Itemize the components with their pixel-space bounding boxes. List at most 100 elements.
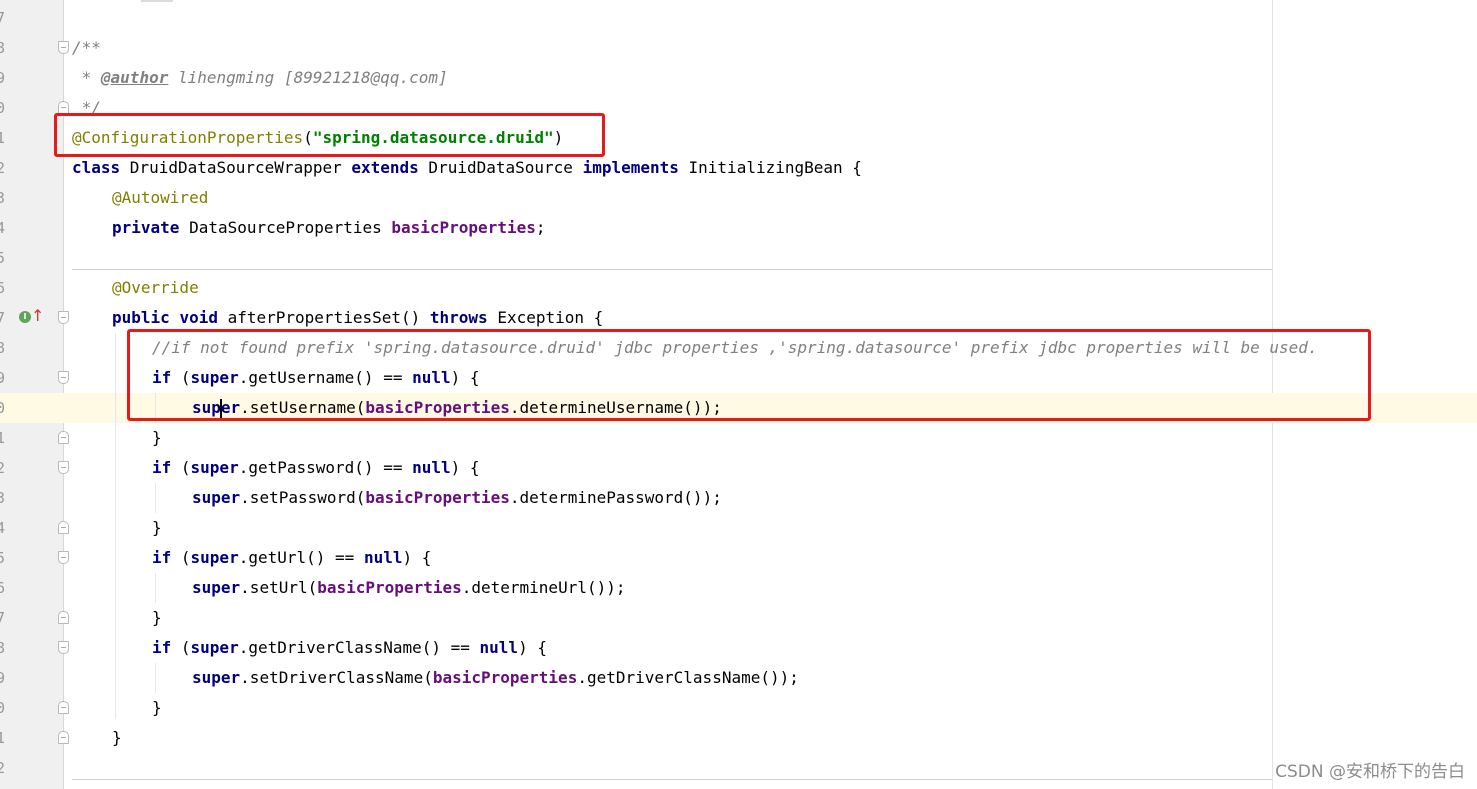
method-call: .getDriverClassName() == bbox=[238, 638, 480, 657]
line-number: 5 bbox=[0, 549, 6, 567]
brace: ) { bbox=[518, 638, 547, 657]
line-number: 7 bbox=[0, 9, 6, 27]
indent-guide bbox=[115, 333, 116, 719]
line-number: 1 bbox=[0, 129, 6, 147]
field-declaration: private DataSourceProperties basicProper… bbox=[112, 213, 546, 243]
keyword: implements bbox=[582, 158, 679, 177]
keyword: super bbox=[192, 668, 241, 687]
fold-collapse-icon[interactable] bbox=[58, 461, 69, 474]
set-url: super.setUrl(basicProperties.determineUr… bbox=[192, 573, 626, 603]
line-number: 8 bbox=[0, 639, 6, 657]
fold-collapse-icon[interactable] bbox=[58, 551, 69, 564]
code-line-13[interactable]: 3 @Autowired bbox=[0, 183, 1477, 213]
code-line-28[interactable]: 8 if (super.getDriverClassName() == null… bbox=[0, 633, 1477, 663]
code-line-7[interactable]: 7 bbox=[0, 3, 1477, 33]
keyword: extends bbox=[351, 158, 419, 177]
up-arrow-icon[interactable]: ↑ bbox=[31, 306, 44, 326]
comment-star: * bbox=[72, 68, 101, 87]
autowired-annotation: @Autowired bbox=[112, 183, 208, 213]
indent-guide bbox=[155, 483, 156, 513]
method-call: .getUrl() == bbox=[238, 548, 364, 567]
method-call: .getDriverClassName()); bbox=[577, 668, 799, 687]
paren: ( bbox=[171, 638, 191, 657]
code-line-31[interactable]: 1 } bbox=[0, 723, 1477, 753]
class-declaration: class DruidDataSourceWrapper extends Dru… bbox=[72, 153, 862, 183]
annotation-name: @Override bbox=[112, 278, 199, 297]
if-url: if (super.getUrl() == null) { bbox=[152, 543, 431, 573]
override-annotation: @Override bbox=[112, 273, 199, 303]
code-line-23[interactable]: 3 super.setPassword(basicProperties.dete… bbox=[0, 483, 1477, 513]
method-name: afterPropertiesSet() bbox=[217, 308, 430, 327]
fold-collapse-icon[interactable] bbox=[58, 371, 69, 384]
line-number: 9 bbox=[0, 69, 6, 87]
fold-end-icon[interactable] bbox=[58, 611, 69, 624]
exception-type: Exception { bbox=[487, 308, 604, 327]
brace: ) { bbox=[402, 548, 432, 567]
method-call: .determinePassword()); bbox=[509, 488, 722, 507]
close-brace: } bbox=[152, 428, 162, 447]
field-name: basicProperties bbox=[391, 218, 536, 237]
scroll-hint bbox=[141, 0, 173, 2]
method-call: .setDriverClassName( bbox=[240, 668, 433, 687]
code-line-30[interactable]: 0 } bbox=[0, 693, 1477, 723]
method-call: .getPassword() == bbox=[238, 458, 413, 477]
indent-guide bbox=[155, 573, 156, 603]
close-brace: } bbox=[112, 728, 122, 747]
method-call: .determineUrl()); bbox=[461, 578, 626, 597]
annotation-highlight-box bbox=[54, 113, 605, 157]
keyword: if bbox=[152, 458, 172, 477]
line-number: 8 bbox=[0, 339, 6, 357]
fold-collapse-icon[interactable] bbox=[58, 311, 69, 324]
close-brace: } bbox=[152, 698, 162, 717]
keyword: null bbox=[412, 458, 451, 477]
line-number: 0 bbox=[0, 99, 6, 117]
code-line-8[interactable]: 8 /** bbox=[0, 33, 1477, 63]
fold-end-icon[interactable] bbox=[58, 701, 69, 714]
fold-end-icon[interactable] bbox=[58, 731, 69, 744]
code-line-22[interactable]: 2 if (super.getPassword() == null) { bbox=[0, 453, 1477, 483]
set-driver: super.setDriverClassName(basicProperties… bbox=[192, 663, 799, 693]
paren: ( bbox=[171, 458, 191, 477]
line-number: 1 bbox=[0, 729, 6, 747]
keyword: throws bbox=[429, 308, 488, 327]
paren: ( bbox=[171, 548, 191, 567]
code-line-9[interactable]: 9 * @author lihengming [89921218@qq.com] bbox=[0, 63, 1477, 93]
annotation-name: @Autowired bbox=[112, 188, 209, 207]
fold-end-icon[interactable] bbox=[58, 431, 69, 444]
code-line-14[interactable]: 4 private DataSourceProperties basicProp… bbox=[0, 213, 1477, 243]
line-number: 2 bbox=[0, 759, 6, 777]
parent-class: DruidDataSource bbox=[418, 158, 583, 177]
line-number: 2 bbox=[0, 459, 6, 477]
line-number: 8 bbox=[0, 39, 6, 57]
code-line-25[interactable]: 5 if (super.getUrl() == null) { bbox=[0, 543, 1477, 573]
code-line-27[interactable]: 7 } bbox=[0, 603, 1477, 633]
code-line-21[interactable]: 1 } bbox=[0, 423, 1477, 453]
brace: ) { bbox=[450, 458, 480, 477]
method-separator bbox=[72, 779, 1272, 780]
close-brace: } bbox=[152, 608, 162, 627]
keyword: if bbox=[152, 548, 172, 567]
comment-text: /** bbox=[72, 38, 101, 57]
line-number: 2 bbox=[0, 159, 6, 177]
override-implements-icon[interactable]: I bbox=[19, 311, 31, 323]
fold-collapse-icon[interactable] bbox=[58, 641, 69, 654]
fold-end-icon[interactable] bbox=[58, 521, 69, 534]
keyword: void bbox=[179, 308, 218, 327]
keyword: if bbox=[152, 638, 172, 657]
line-number: 9 bbox=[0, 669, 6, 687]
field-type: DataSourceProperties bbox=[179, 218, 392, 237]
code-line-29[interactable]: 9 super.setDriverClassName(basicProperti… bbox=[0, 663, 1477, 693]
code-line-12[interactable]: 2 class DruidDataSourceWrapper extends D… bbox=[0, 153, 1477, 183]
fold-collapse-icon[interactable] bbox=[58, 41, 69, 54]
if-driver: if (super.getDriverClassName() == null) … bbox=[152, 633, 547, 663]
indent-guide bbox=[155, 663, 156, 693]
keyword: super bbox=[190, 458, 239, 477]
method-call: .setPassword( bbox=[240, 488, 366, 507]
code-line-16[interactable]: 6 @Override bbox=[0, 273, 1477, 303]
watermark: CSDN @安和桥下的告白 bbox=[1275, 762, 1465, 782]
code-line-26[interactable]: 6 super.setUrl(basicProperties.determine… bbox=[0, 573, 1477, 603]
line-number: 0 bbox=[0, 699, 6, 717]
keyword: public bbox=[112, 308, 170, 327]
code-line-24[interactable]: 4 } bbox=[0, 513, 1477, 543]
close-brace: } bbox=[152, 518, 162, 537]
